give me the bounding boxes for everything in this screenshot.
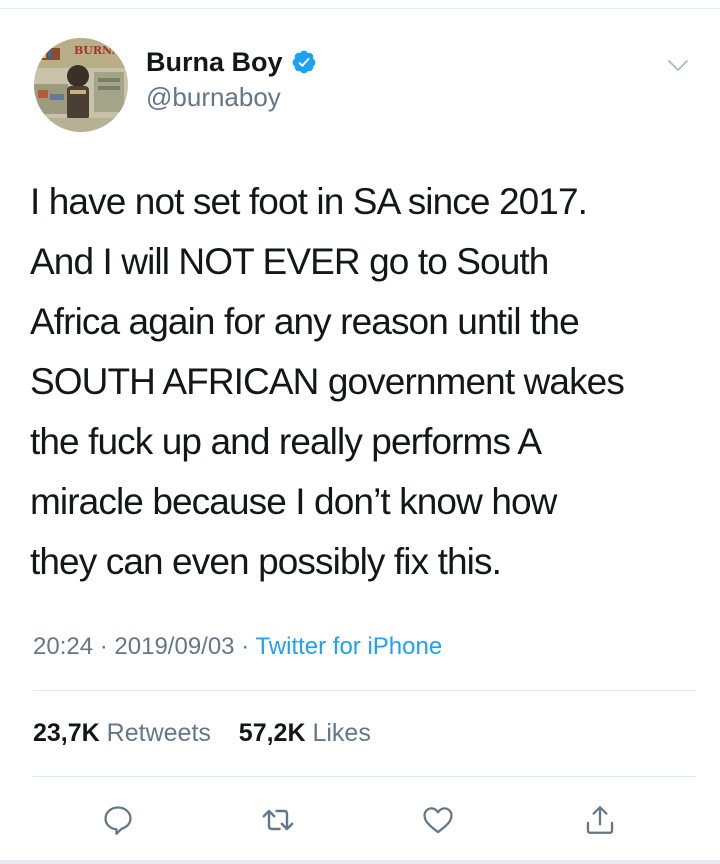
reply-icon (104, 806, 132, 836)
like-icon (423, 807, 453, 834)
divider (33, 776, 696, 777)
share-button[interactable] (580, 800, 620, 840)
divider (33, 690, 696, 691)
tweet-text-line: I have not set foot in SA since 2017. (30, 181, 588, 222)
tweet-time[interactable]: 20:24 (33, 633, 93, 660)
likes-count: 57,2K (238, 719, 306, 747)
avatar-logo-text: BURNA BOY (74, 44, 128, 57)
likes-label: Likes (312, 719, 371, 747)
tweet-metadata: 20:24 · 2019/09/03 · Twitter for iPhone (33, 630, 442, 664)
tweet-text-line: they can even possibly fix this. (30, 541, 502, 582)
tweet-text-line: the fuck up and really performs A (30, 421, 542, 462)
bottom-divider (0, 860, 720, 864)
display-name[interactable]: Burna Boy (146, 44, 317, 80)
tweet-text-line: miracle because I don’t know how (30, 481, 557, 522)
avatar[interactable]: BURNA BOY (34, 38, 128, 132)
tweet-stats: 23,7K Retweets 57,2K Likes (33, 716, 371, 750)
tweet-text-line: Africa again for any reason until the (30, 301, 580, 342)
retweets-label: Retweets (106, 719, 211, 747)
retweet-icon (262, 809, 294, 831)
chevron-down-icon[interactable] (666, 54, 690, 78)
tweet-source-link[interactable]: Twitter for iPhone (255, 633, 442, 660)
tweet-text-line: And I will NOT EVER go to South (30, 241, 549, 282)
likes-stat[interactable]: 57,2K Likes (239, 719, 371, 747)
meta-separator: · (241, 633, 250, 660)
share-icon (586, 806, 614, 834)
meta-separator: · (99, 633, 108, 660)
like-button[interactable] (418, 800, 458, 840)
tweet-date[interactable]: 2019/09/03 (114, 633, 234, 660)
reply-button[interactable] (98, 800, 138, 840)
user-handle[interactable]: @burnaboy (146, 80, 281, 114)
tweet-text-line: SOUTH AFRICAN government wakes (30, 361, 625, 402)
avatar-image: BURNA BOY (34, 38, 128, 132)
top-divider (0, 8, 720, 9)
tweet-text: I have not set foot in SA since 2017. An… (30, 172, 700, 592)
retweets-stat[interactable]: 23,7K Retweets (33, 719, 218, 747)
verified-badge-icon (292, 50, 315, 74)
display-name-text: Burna Boy (146, 47, 283, 77)
retweets-count: 23,7K (33, 719, 100, 747)
retweet-button[interactable] (258, 800, 298, 840)
